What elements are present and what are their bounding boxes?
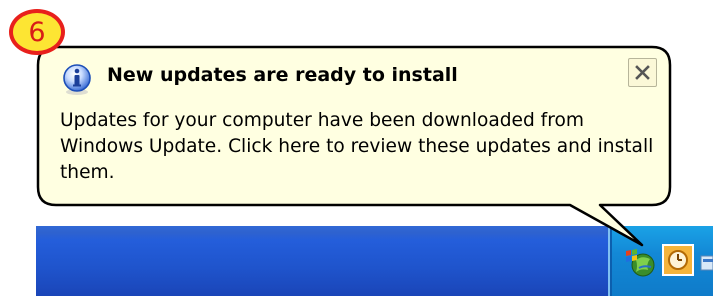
close-button[interactable] (628, 58, 657, 87)
step-number-badge: 6 (9, 9, 65, 55)
close-icon (635, 65, 650, 80)
balloon-title: New updates are ready to install (107, 64, 458, 86)
balloon-message[interactable]: Updates for your computer have been down… (60, 108, 660, 186)
info-icon (63, 64, 91, 95)
